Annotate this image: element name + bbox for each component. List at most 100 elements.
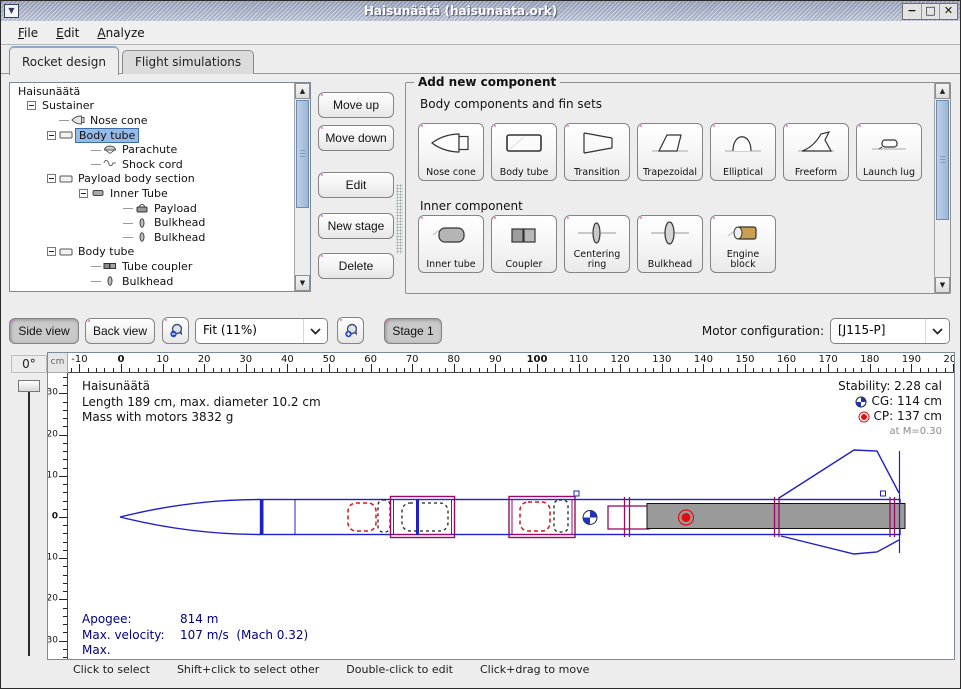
side-view-button[interactable]: Side view xyxy=(9,318,79,344)
add-transition-button[interactable]: Transition xyxy=(564,123,630,181)
motor-configuration-select[interactable]: [J115-P] xyxy=(830,318,950,344)
menu-file[interactable]: File xyxy=(9,23,47,43)
ruler-tick xyxy=(753,368,754,372)
back-view-button[interactable]: Back view xyxy=(85,318,155,344)
add-launch-lug-button[interactable]: Launch lug xyxy=(856,123,922,181)
scroll-up-icon[interactable]: ▲ xyxy=(935,83,950,99)
ruler-tick xyxy=(695,368,696,372)
tree-item[interactable]: Tube coupler xyxy=(11,259,293,274)
scroll-up-icon[interactable]: ▲ xyxy=(295,83,310,99)
stability-info: Stability: 2.28 cal CG: 114 cm CP: 137 c… xyxy=(838,379,942,439)
delete-button[interactable]: Delete xyxy=(318,253,394,279)
ruler-label: 80 xyxy=(447,354,460,365)
menu-edit[interactable]: Edit xyxy=(47,23,88,43)
ruler-tick xyxy=(129,368,130,372)
ruler-label: 70 xyxy=(406,354,419,365)
zoom-level-select[interactable]: Fit (11%) xyxy=(195,318,328,344)
scroll-down-icon[interactable]: ▼ xyxy=(935,277,950,293)
tree-item[interactable]: Shock cord xyxy=(11,157,293,172)
ruler-tick xyxy=(63,608,67,609)
tree-item[interactable]: Bulkhead xyxy=(11,230,293,245)
component-tree[interactable]: Haisunäätä Sustainer Nose cone Body tube… xyxy=(9,82,311,292)
component-scrollbar-thumb[interactable] xyxy=(936,100,949,220)
ruler-tick xyxy=(445,368,446,372)
ruler-tick xyxy=(296,368,297,372)
collapse-icon[interactable] xyxy=(79,189,88,198)
maximize-button[interactable]: □ xyxy=(921,4,939,19)
add-elliptical-fin-button[interactable]: Elliptical xyxy=(710,123,776,181)
rotation-slider-handle[interactable] xyxy=(18,380,40,392)
tree-item[interactable]: Payload xyxy=(11,201,293,216)
collapse-icon[interactable] xyxy=(27,101,36,110)
ruler-tick xyxy=(653,368,654,372)
tree-item[interactable]: Body tube xyxy=(11,128,293,143)
ruler-tick xyxy=(63,566,67,567)
shock-cord-icon xyxy=(103,159,119,169)
tab-flight-simulations[interactable]: Flight simulations xyxy=(122,50,254,74)
ruler-tick xyxy=(146,368,147,372)
ruler-label: -30 xyxy=(48,388,58,398)
collapse-icon[interactable] xyxy=(47,174,56,183)
add-bulkhead-button[interactable]: Bulkhead xyxy=(637,215,703,273)
ruler-tick xyxy=(812,368,813,372)
tree-item[interactable]: Body tube xyxy=(11,245,293,260)
ruler-tick xyxy=(121,364,122,372)
tree-scrollbar[interactable]: ▲ ▼ xyxy=(294,83,310,291)
component-button-label: Bulkhead xyxy=(648,260,692,270)
ruler-tick xyxy=(520,368,521,372)
window-controls: − □ ✕ xyxy=(902,3,958,20)
ruler-label: 170 xyxy=(819,354,838,365)
close-button[interactable]: ✕ xyxy=(939,4,957,19)
minimize-button[interactable]: − xyxy=(903,4,921,19)
tree-item[interactable]: Inner Tube xyxy=(11,186,293,201)
ruler-tick xyxy=(678,368,679,372)
add-freeform-fin-button[interactable]: Freeform xyxy=(783,123,849,181)
edit-button[interactable]: Edit xyxy=(318,172,394,198)
scroll-down-icon[interactable]: ▼ xyxy=(295,275,310,291)
component-panel-scrollbar[interactable]: ▲ ▼ xyxy=(934,83,950,293)
add-trapezoidal-fin-button[interactable]: Trapezoidal xyxy=(637,123,703,181)
window-menu-icon[interactable]: ▼ xyxy=(4,4,19,18)
collapse-icon[interactable] xyxy=(47,131,56,140)
tree-item[interactable]: Bulkhead xyxy=(11,215,293,230)
rocket-view: cm -100102030405060708090100110120130140… xyxy=(47,352,955,660)
move-up-button[interactable]: Move up xyxy=(318,92,394,118)
bulkhead-icon xyxy=(103,276,119,286)
add-inner-tube-button[interactable]: Inner tube xyxy=(418,215,484,273)
ruler-tick xyxy=(279,368,280,372)
tree-item-label: Tube coupler xyxy=(119,260,195,273)
tree-scrollbar-thumb[interactable] xyxy=(296,100,309,208)
chevron-down-icon[interactable] xyxy=(925,319,949,343)
zoom-out-button[interactable] xyxy=(162,317,189,344)
body-components-label: Body components and fin sets xyxy=(420,97,602,111)
add-engine-block-button[interactable]: Engine block xyxy=(710,215,776,273)
rocket-canvas[interactable]: Haisunäätä Length 189 cm, max. diameter … xyxy=(68,373,954,659)
add-centering-ring-button[interactable]: Centering ring xyxy=(564,215,630,273)
add-coupler-button[interactable]: Coupler xyxy=(491,215,557,273)
splitter-grip[interactable] xyxy=(396,184,403,254)
stage-1-toggle[interactable]: Stage 1 xyxy=(384,318,442,344)
tree-item[interactable]: Payload body section xyxy=(11,172,293,187)
tree-item[interactable]: Haisunäätä xyxy=(11,84,293,99)
add-body-tube-button[interactable]: Body tube xyxy=(491,123,557,181)
new-stage-button[interactable]: New stage xyxy=(318,213,394,239)
tree-item[interactable]: Nose cone xyxy=(11,113,293,128)
add-nose-cone-button[interactable]: Nose cone xyxy=(418,123,484,181)
component-button-label: Nose cone xyxy=(426,168,476,178)
ruler-tick xyxy=(63,492,67,493)
move-down-button[interactable]: Move down xyxy=(318,125,394,151)
rotation-slider-track[interactable] xyxy=(28,392,30,656)
chevron-down-icon[interactable] xyxy=(303,319,327,343)
ruler-tick xyxy=(795,368,796,372)
ruler-tick xyxy=(237,368,238,372)
tree-item[interactable]: Bulkhead xyxy=(11,274,293,289)
tab-rocket-design[interactable]: Rocket design xyxy=(9,46,119,75)
tree-item[interactable]: Parachute xyxy=(11,142,293,157)
menu-analyze[interactable]: Analyze xyxy=(88,23,153,43)
ruler-label: 10 xyxy=(156,354,169,365)
tree-item[interactable]: Sustainer xyxy=(11,99,293,114)
ruler-label: 0 xyxy=(118,354,125,365)
collapse-icon[interactable] xyxy=(47,247,56,256)
title-bar[interactable]: ▼ Haisunäätä (haisunaata.ork) − □ ✕ xyxy=(1,1,960,21)
zoom-in-button[interactable] xyxy=(337,317,364,344)
